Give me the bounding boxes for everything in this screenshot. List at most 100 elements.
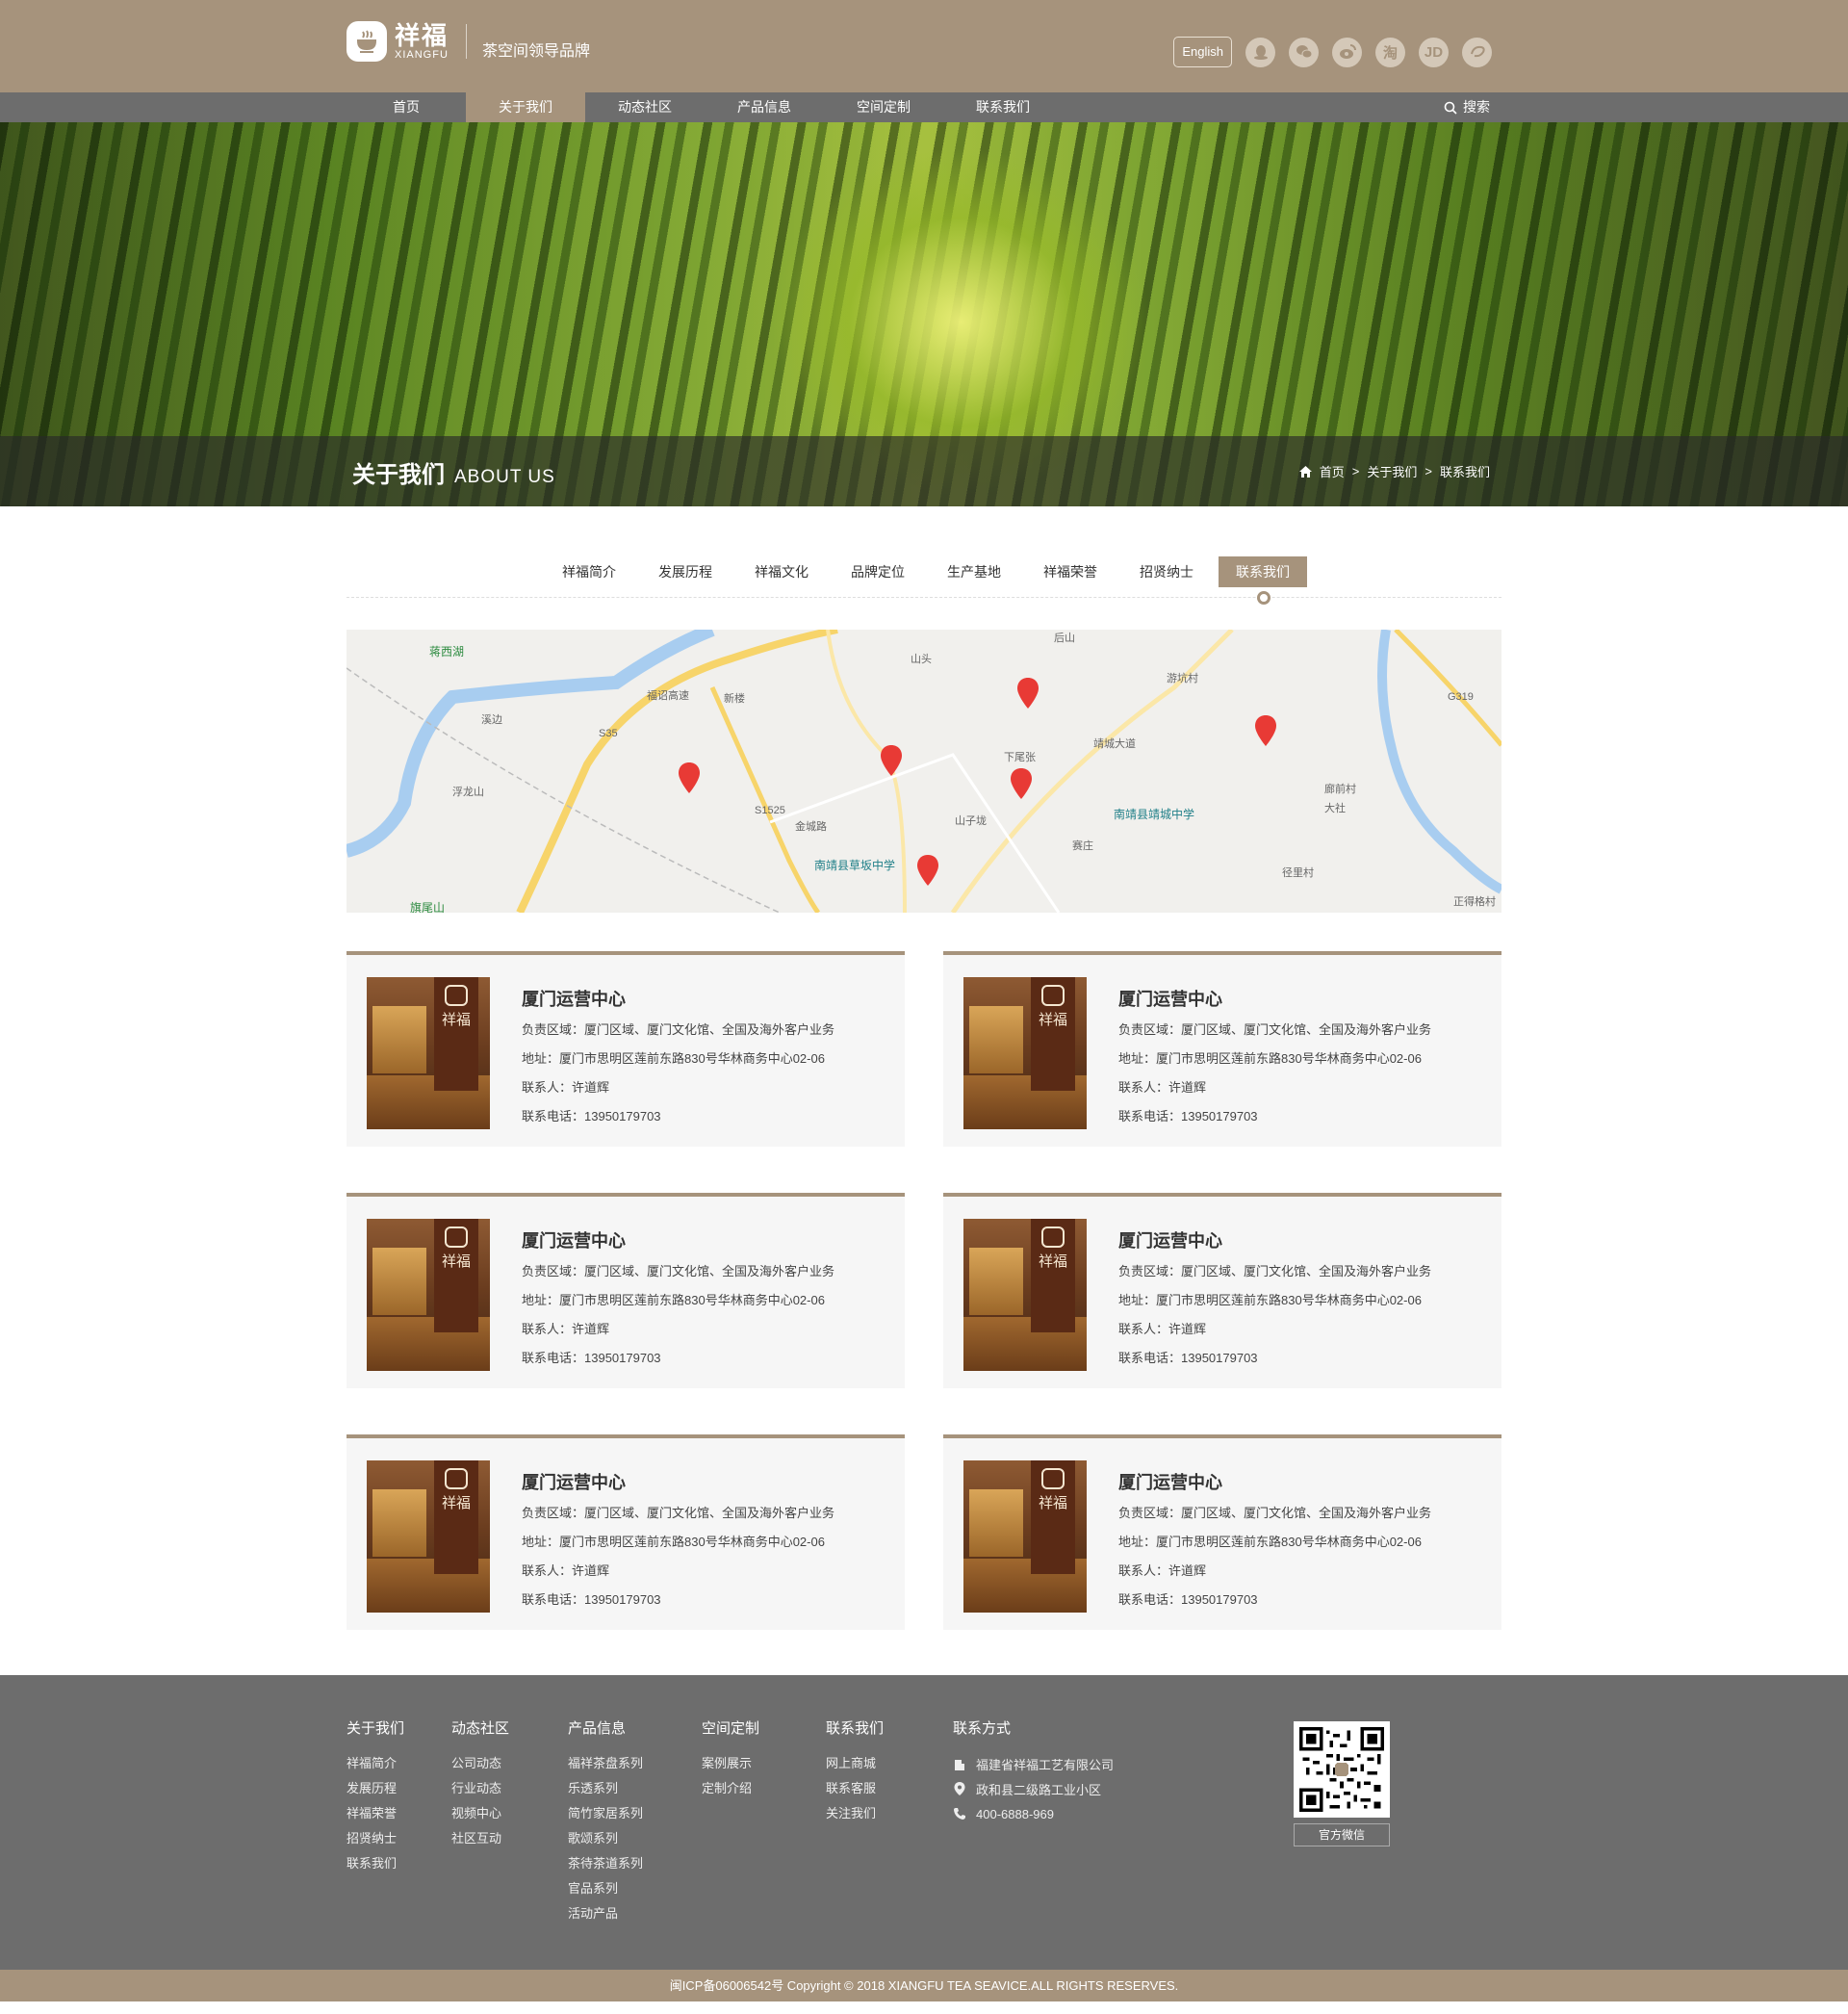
footer-link[interactable]: 关注我们 xyxy=(826,1801,884,1826)
footer-link[interactable]: 招贤纳士 xyxy=(346,1826,404,1851)
map-pin-icon[interactable] xyxy=(881,745,902,776)
map-road-label: S35 xyxy=(599,728,618,739)
office-title: 厦门运营中心 xyxy=(1118,990,1222,1009)
footer-link[interactable]: 官品系列 xyxy=(568,1876,643,1901)
footer-link[interactable]: 联系我们 xyxy=(346,1851,404,1876)
footer-heading: 联系方式 xyxy=(953,1720,1012,1737)
footer-link[interactable]: 社区互动 xyxy=(451,1826,509,1851)
footer-link[interactable]: 福祥茶盘系列 xyxy=(568,1751,643,1776)
subnav-item-production-base[interactable]: 生产基地 xyxy=(926,556,1022,587)
footer-link[interactable]: 行业动态 xyxy=(451,1776,509,1801)
brand-logo[interactable]: 祥福 XIANGFU 茶空间领导品牌 xyxy=(346,21,590,62)
map-label: 后山 xyxy=(1054,633,1075,644)
office-card: 祥福 厦门运营中心 负责区域：厦门区域、厦门文化馆、全国及海外客户业务 地址：厦… xyxy=(943,1193,1502,1388)
map-label: 廊前村 xyxy=(1324,784,1356,795)
nav-item-home[interactable]: 首页 xyxy=(346,92,466,122)
map-label: 大社 xyxy=(1324,803,1346,814)
nav-item-about[interactable]: 关于我们 xyxy=(466,92,585,122)
footer-link[interactable]: 案例展示 xyxy=(702,1751,759,1776)
footer-link[interactable]: 网上商城 xyxy=(826,1751,884,1776)
map-road-label: 靖城大道 xyxy=(1093,738,1136,750)
breadcrumb-separator: > xyxy=(1424,464,1432,478)
qq-icon[interactable] xyxy=(1245,37,1275,67)
office-cards: 祥福 厦门运营中心 负责区域：厦门区域、厦门文化馆、全国及海外客户业务 地址：厦… xyxy=(346,951,1502,1630)
weibo-icon[interactable] xyxy=(1332,37,1362,67)
breadcrumb-current: 联系我们 xyxy=(1439,465,1490,479)
brand-name-en: XIANGFU xyxy=(395,48,449,61)
banner-caption-bar: 关于我们 ABOUT US 首页 > 关于我们 > 联系我们 xyxy=(0,436,1848,506)
wechat-qr-code xyxy=(1294,1721,1390,1818)
logo-divider xyxy=(466,24,468,59)
footer-heading: 联系我们 xyxy=(826,1720,885,1737)
map-pin-icon[interactable] xyxy=(1255,715,1276,746)
footer-link[interactable]: 茶待茶道系列 xyxy=(568,1851,643,1876)
phone-icon xyxy=(954,1808,965,1820)
teacup-logo-icon xyxy=(346,21,387,62)
office-title: 厦门运营中心 xyxy=(1118,1231,1222,1251)
english-language-button[interactable]: English xyxy=(1173,37,1232,67)
footer-link[interactable]: 祥福荣誉 xyxy=(346,1801,404,1826)
subnav-item-contact[interactable]: 联系我们 xyxy=(1219,556,1307,587)
map-pin-icon[interactable] xyxy=(679,762,700,793)
footer-link[interactable]: 乐透系列 xyxy=(568,1776,643,1801)
office-title: 厦门运营中心 xyxy=(522,1231,626,1251)
office-phone: 联系电话：13950179703 xyxy=(522,1109,661,1123)
footer-link[interactable]: 公司动态 xyxy=(451,1751,509,1776)
subnav-item-positioning[interactable]: 品牌定位 xyxy=(830,556,926,587)
map-pin-icon[interactable] xyxy=(917,855,938,886)
office-address: 地址：厦门市思明区莲前东路830号华林商务中心02-06 xyxy=(1118,1051,1422,1066)
page-title-en: ABOUT US xyxy=(454,467,555,487)
jd-icon[interactable]: JD xyxy=(1419,37,1449,67)
office-address: 地址：厦门市思明区莲前东路830号华林商务中心02-06 xyxy=(1118,1293,1422,1307)
footer-link[interactable]: 定制介绍 xyxy=(702,1776,759,1801)
footer-link[interactable]: 联系客服 xyxy=(826,1776,884,1801)
map-label: 下尾张 xyxy=(1004,752,1036,763)
breadcrumb-home[interactable]: 首页 xyxy=(1320,462,1345,480)
search-label: 搜索 xyxy=(1463,99,1490,115)
subnav-item-culture[interactable]: 祥福文化 xyxy=(733,556,830,587)
subnav-item-honors[interactable]: 祥福荣誉 xyxy=(1022,556,1118,587)
footer-link[interactable]: 视频中心 xyxy=(451,1801,509,1826)
office-phone: 联系电话：13950179703 xyxy=(522,1351,661,1365)
footer-contact-info: 联系方式 福建省祥福工艺有限公司 政和县二级路工业小区 400-6888-969 xyxy=(953,1717,1114,1826)
subnav-item-recruitment[interactable]: 招贤纳士 xyxy=(1118,556,1215,587)
location-map[interactable]: 蒋西湖 溪边 浮龙山 旗尾山 新楼 山头 后山 游坑村 下尾张 山子垅 赛庄 南… xyxy=(346,630,1502,913)
building-icon xyxy=(955,1760,964,1770)
nav-item-community[interactable]: 动态社区 xyxy=(585,92,705,122)
mall-icon[interactable] xyxy=(1462,37,1492,67)
taobao-icon[interactable]: 淘 xyxy=(1375,37,1405,67)
breadcrumb-about[interactable]: 关于我们 xyxy=(1367,462,1417,480)
footer-link[interactable]: 活动产品 xyxy=(568,1901,643,1926)
office-area: 负责区域：厦门区域、厦门文化馆、全国及海外客户业务 xyxy=(522,1022,835,1037)
office-area: 负责区域：厦门区域、厦门文化馆、全国及海外客户业务 xyxy=(1118,1022,1432,1037)
footer-heading: 动态社区 xyxy=(451,1720,510,1737)
subnav-item-intro[interactable]: 祥福简介 xyxy=(541,556,637,587)
office-title: 厦门运营中心 xyxy=(522,1473,626,1492)
footer-column-contact-us: 联系我们 网上商城 联系客服 关注我们 xyxy=(826,1717,884,1826)
office-contact: 联系人：许道辉 xyxy=(522,1322,610,1336)
footer-heading: 产品信息 xyxy=(568,1720,627,1737)
footer-heading: 空间定制 xyxy=(702,1720,760,1737)
bamboo-banner-image: 关于我们 ABOUT US 首页 > 关于我们 > 联系我们 xyxy=(0,122,1848,506)
nav-item-products[interactable]: 产品信息 xyxy=(705,92,824,122)
home-icon xyxy=(1298,465,1312,478)
company-address: 政和县二级路工业小区 xyxy=(976,1782,1102,1797)
brand-name-cn: 祥福 xyxy=(395,20,449,50)
subnav-item-history[interactable]: 发展历程 xyxy=(637,556,733,587)
wechat-icon[interactable] xyxy=(1289,37,1319,67)
footer-link[interactable]: 歌颂系列 xyxy=(568,1826,643,1851)
nav-item-custom-space[interactable]: 空间定制 xyxy=(824,92,943,122)
office-photo: 祥福 xyxy=(963,1460,1087,1613)
nav-item-contact[interactable]: 联系我们 xyxy=(943,92,1063,122)
footer-link[interactable]: 简竹家居系列 xyxy=(568,1801,643,1826)
office-card: 祥福 厦门运营中心 负责区域：厦门区域、厦门文化馆、全国及海外客户业务 地址：厦… xyxy=(943,1434,1502,1630)
footer-link[interactable]: 发展历程 xyxy=(346,1776,404,1801)
map-label: 正得格村 xyxy=(1453,896,1496,908)
office-area: 负责区域：厦门区域、厦门文化馆、全国及海外客户业务 xyxy=(1118,1264,1432,1278)
map-label: 溪边 xyxy=(481,714,502,726)
footer-column-custom-space: 空间定制 案例展示 定制介绍 xyxy=(702,1717,759,1801)
map-pin-icon[interactable] xyxy=(1011,768,1032,799)
footer-link[interactable]: 祥福简介 xyxy=(346,1751,404,1776)
search-button[interactable]: 搜索 xyxy=(1444,92,1490,122)
map-pin-icon[interactable] xyxy=(1017,678,1039,709)
